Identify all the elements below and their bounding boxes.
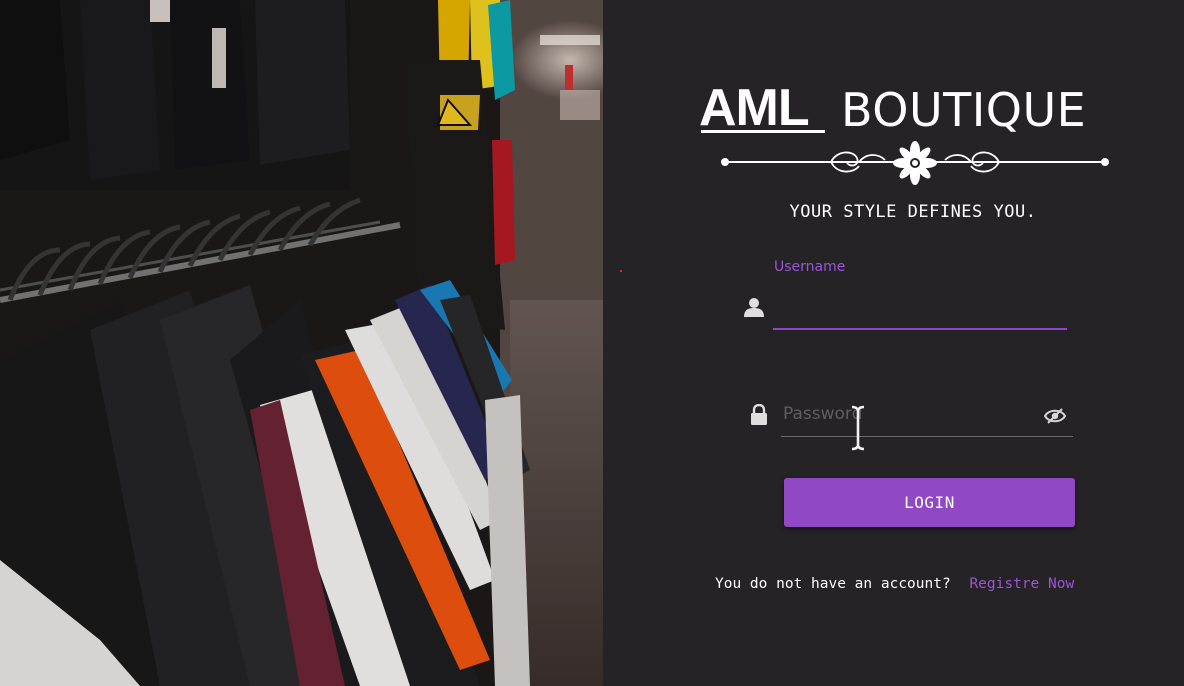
clothing-rack-photo — [0, 0, 603, 686]
signup-prompt-row: You do not have an account? Registre Now — [715, 576, 1074, 592]
login-button[interactable]: LOGIN — [784, 478, 1075, 527]
signup-prompt-text: You do not have an account? — [715, 576, 951, 592]
tagline: YOUR STYLE DEFINES YOU. — [789, 202, 1037, 222]
brand-logo: AML BOUTIQUE — [699, 80, 1119, 140]
user-icon — [744, 298, 764, 317]
brand-name-light: BOUTIQUE — [841, 83, 1087, 137]
username-input[interactable] — [773, 286, 1067, 330]
clothing-rack-illustration — [0, 0, 603, 686]
brand-underline — [701, 130, 825, 133]
flower-ornament-icon — [721, 141, 1109, 185]
username-label: Username — [774, 259, 846, 275]
login-panel: AML BOUTIQUE YOUR STYLE DEFINES YOU. Use… — [603, 0, 1184, 686]
lock-icon — [751, 404, 767, 425]
register-link[interactable]: Registre Now — [969, 576, 1074, 592]
brand-name-bold: AML — [699, 79, 810, 137]
stray-dot — [620, 270, 622, 272]
text-cursor-icon — [851, 405, 865, 451]
password-input[interactable] — [781, 392, 1073, 437]
eye-icon[interactable] — [1044, 408, 1066, 424]
